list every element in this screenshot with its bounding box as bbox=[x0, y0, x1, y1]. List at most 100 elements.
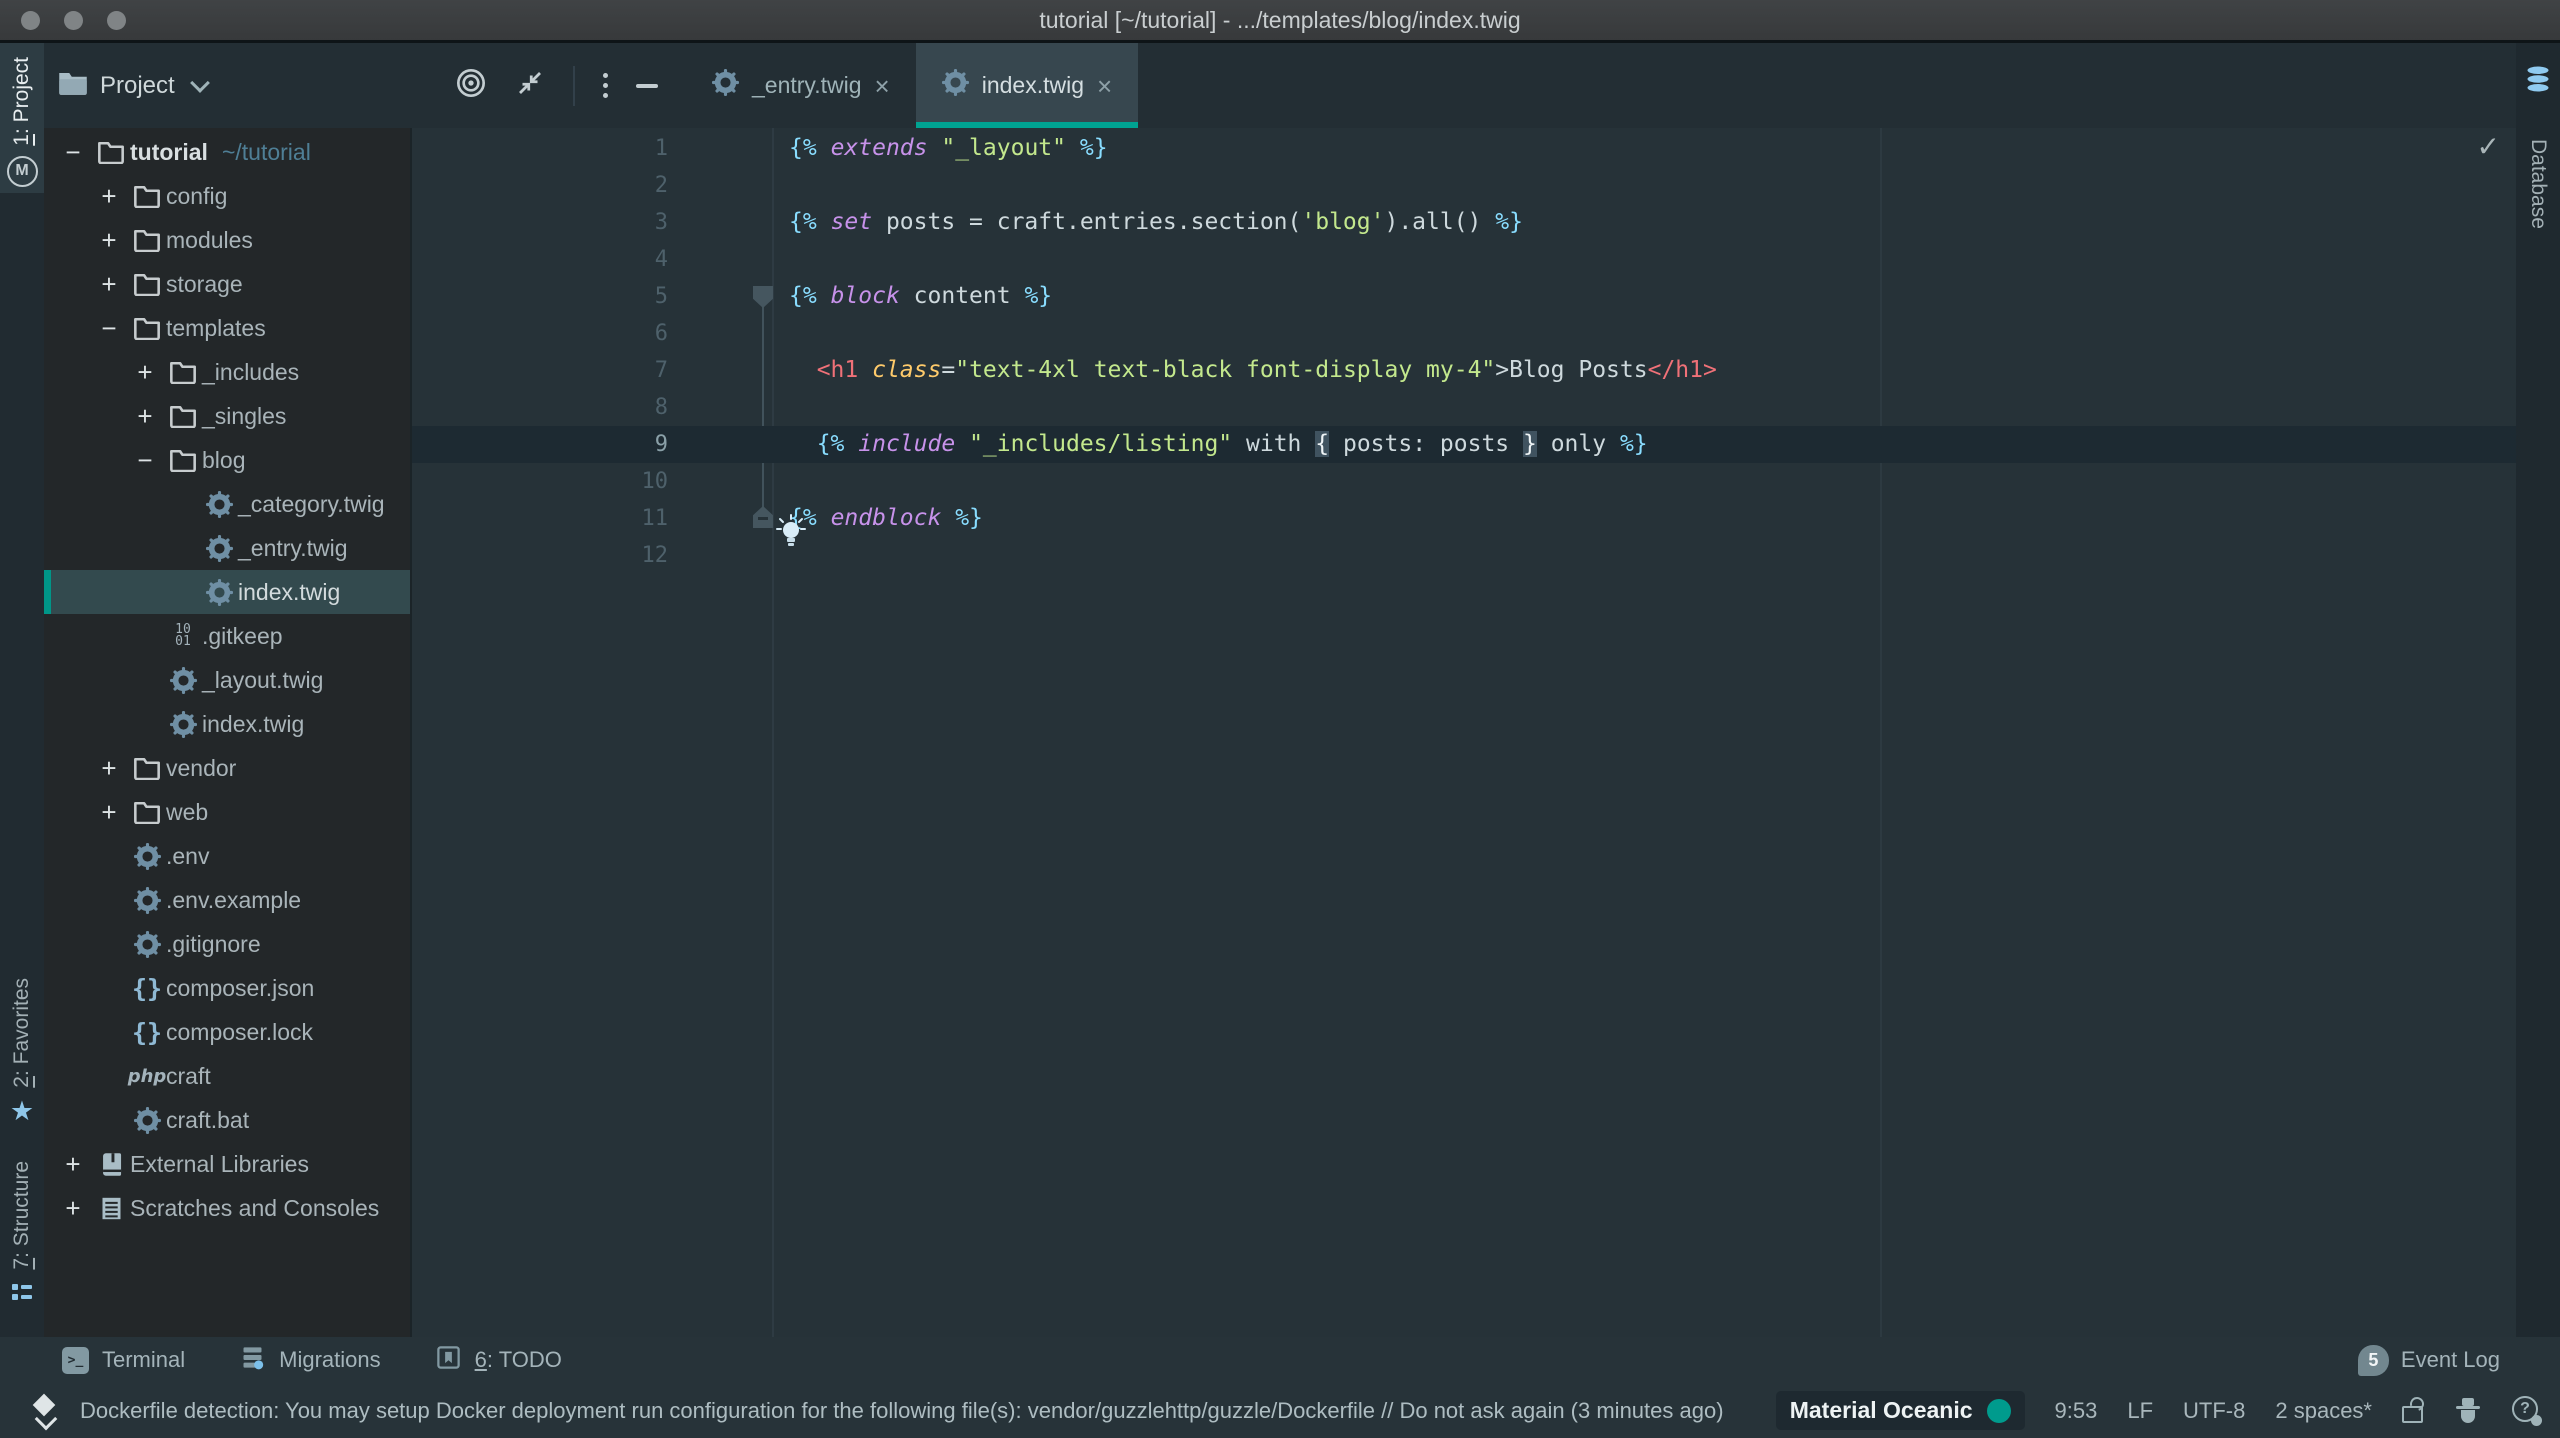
indent-widget[interactable]: 2 spaces* bbox=[2275, 1398, 2372, 1424]
tree-expander-icon[interactable]: + bbox=[126, 401, 164, 432]
tree-item-blog[interactable]: −blog bbox=[44, 438, 410, 482]
tree-expander-icon[interactable]: + bbox=[126, 357, 164, 388]
tree-item-composer-lock[interactable]: {}composer.lock bbox=[44, 1010, 410, 1054]
tree-item-modules[interactable]: +modules bbox=[44, 218, 410, 262]
migrations-button[interactable]: Migrations bbox=[239, 1344, 380, 1377]
tree-expander-icon[interactable]: + bbox=[90, 181, 128, 212]
caret-position-widget[interactable]: 9:53 bbox=[2055, 1398, 2098, 1424]
sidebar-item-structure[interactable]: 7: Structure bbox=[0, 1161, 44, 1309]
theme-switcher[interactable]: Material Oceanic bbox=[1776, 1391, 2025, 1430]
line-separator-widget[interactable]: LF bbox=[2127, 1398, 2153, 1424]
tree-item-label: _includes bbox=[202, 359, 299, 386]
tree-expander-icon[interactable]: − bbox=[90, 313, 128, 344]
ide-window: tutorial [~/tutorial] - .../templates/bl… bbox=[0, 0, 2560, 1438]
code-line-10[interactable]: 10 bbox=[412, 463, 2516, 500]
project-panel-header[interactable]: Project bbox=[58, 43, 207, 128]
tree-expander-icon[interactable]: + bbox=[90, 225, 128, 256]
tree-item--gitkeep[interactable]: 1001.gitkeep bbox=[44, 614, 410, 658]
code-area[interactable]: 1{% extends "_layout" %}23{% set posts =… bbox=[412, 130, 2516, 574]
event-log-button[interactable]: 5 Event Log bbox=[2358, 1337, 2500, 1383]
code-line-3[interactable]: 3{% set posts = craft.entries.section('b… bbox=[412, 204, 2516, 241]
folder-icon bbox=[169, 448, 197, 472]
tree-expander-icon[interactable]: + bbox=[90, 797, 128, 828]
status-message[interactable]: Dockerfile detection: You may setup Dock… bbox=[80, 1398, 1724, 1424]
tree-item--category-twig[interactable]: _category.twig bbox=[44, 482, 410, 526]
json-file-icon: {} bbox=[132, 1018, 162, 1047]
tree-item--layout-twig[interactable]: _layout.twig bbox=[44, 658, 410, 702]
code-line-12[interactable]: 12 bbox=[412, 537, 2516, 574]
tree-expander-icon[interactable]: + bbox=[54, 1193, 92, 1224]
tree-expander-icon[interactable]: − bbox=[54, 137, 92, 168]
code-line-1[interactable]: 1{% extends "_layout" %} bbox=[412, 130, 2516, 167]
help-settings-icon[interactable]: ? bbox=[2512, 1396, 2542, 1426]
docker-event-icon[interactable] bbox=[30, 1395, 60, 1427]
code-line-11[interactable]: 11{% endblock %} bbox=[412, 500, 2516, 537]
tree-item-label: .gitignore bbox=[166, 931, 261, 958]
editor[interactable]: 1{% extends "_layout" %}23{% set posts =… bbox=[412, 128, 2516, 1337]
terminal-button[interactable]: >_ Terminal bbox=[62, 1347, 185, 1374]
tree-item-label: composer.json bbox=[166, 975, 314, 1002]
code-line-6[interactable]: 6 bbox=[412, 315, 2516, 352]
tree-item--entry-twig[interactable]: _entry.twig bbox=[44, 526, 410, 570]
tree-expander-icon[interactable]: + bbox=[90, 753, 128, 784]
twig-file-icon bbox=[170, 667, 197, 694]
left-tool-strip: 1: Project M 2: Favorites ★ 7: Structure bbox=[0, 43, 44, 1337]
tree-item-label: config bbox=[166, 183, 227, 210]
tree-expander-icon[interactable]: + bbox=[90, 269, 128, 300]
code-line-9[interactable]: 9 {% include "_includes/listing" with { … bbox=[412, 426, 2516, 463]
panel-options-button[interactable] bbox=[603, 73, 608, 98]
code-line-5[interactable]: 5{% block content %} bbox=[412, 278, 2516, 315]
code-line-4[interactable]: 4 bbox=[412, 241, 2516, 278]
editor-tab-bar: _entry.twig×index.twig× bbox=[686, 43, 1138, 128]
tree-item-external-libraries[interactable]: +External Libraries bbox=[44, 1142, 410, 1186]
tree-item-config[interactable]: + config bbox=[44, 174, 410, 218]
tab--entry-twig[interactable]: _entry.twig× bbox=[686, 43, 916, 128]
sidebar-item-favorites[interactable]: 2: Favorites ★ bbox=[0, 978, 44, 1125]
project-panel-title: Project bbox=[100, 72, 175, 100]
tree-item-label: storage bbox=[166, 271, 243, 298]
tree-item-composer-json[interactable]: {}composer.json bbox=[44, 966, 410, 1010]
todo-button[interactable]: 6: TODO bbox=[435, 1344, 562, 1377]
twig-file-icon bbox=[206, 491, 233, 518]
tree-item--singles[interactable]: + _singles bbox=[44, 394, 410, 438]
tree-item-label: _singles bbox=[202, 403, 286, 430]
database-icon bbox=[2524, 65, 2552, 98]
sidebar-item-project[interactable]: 1: Project M bbox=[0, 43, 44, 193]
incognito-icon[interactable] bbox=[2454, 1397, 2482, 1425]
library-icon bbox=[98, 1151, 125, 1178]
tree-item-label: index.twig bbox=[238, 579, 340, 606]
readonly-lock-icon[interactable] bbox=[2402, 1397, 2424, 1425]
tree-item-label: _entry.twig bbox=[238, 535, 348, 562]
tree-item-web[interactable]: +web bbox=[44, 790, 410, 834]
tree-item--includes[interactable]: + _includes bbox=[44, 350, 410, 394]
tree-item--env[interactable]: .env bbox=[44, 834, 410, 878]
code-line-8[interactable]: 8 bbox=[412, 389, 2516, 426]
tree-item-scratches-and-consoles[interactable]: +Scratches and Consoles bbox=[44, 1186, 410, 1230]
tree-item-tutorial[interactable]: −tutorial~/tutorial bbox=[44, 130, 410, 174]
line-number: 5 bbox=[412, 278, 668, 315]
tree-item-vendor[interactable]: +vendor bbox=[44, 746, 410, 790]
tree-expander-icon[interactable]: − bbox=[126, 445, 164, 476]
tree-item-index-twig[interactable]: index.twig bbox=[44, 570, 410, 614]
tab-index-twig[interactable]: index.twig× bbox=[916, 43, 1138, 128]
locate-file-button[interactable] bbox=[455, 67, 487, 104]
code-line-2[interactable]: 2 bbox=[412, 167, 2516, 204]
code-line-7[interactable]: 7 <h1 class="text-4xl text-black font-di… bbox=[412, 352, 2516, 389]
tree-expander-icon[interactable]: + bbox=[54, 1149, 92, 1180]
tree-item--gitignore[interactable]: .gitignore bbox=[44, 922, 410, 966]
inspections-ok-icon[interactable]: ✓ bbox=[2477, 130, 2500, 163]
tree-item--env-example[interactable]: .env.example bbox=[44, 878, 410, 922]
tree-item-index-twig[interactable]: index.twig bbox=[44, 702, 410, 746]
collapse-all-button[interactable] bbox=[515, 68, 545, 103]
tree-item-craft-bat[interactable]: craft.bat bbox=[44, 1098, 410, 1142]
tree-item-storage[interactable]: + storage bbox=[44, 262, 410, 306]
tree-item-craft[interactable]: phpcraft bbox=[44, 1054, 410, 1098]
migrations-icon bbox=[239, 1344, 266, 1377]
encoding-widget[interactable]: UTF-8 bbox=[2183, 1398, 2245, 1424]
folder-icon bbox=[169, 360, 197, 384]
intention-bulb-icon[interactable] bbox=[774, 514, 808, 555]
close-tab-icon[interactable]: × bbox=[1097, 76, 1112, 96]
close-tab-icon[interactable]: × bbox=[875, 76, 890, 96]
hide-panel-button[interactable] bbox=[636, 84, 658, 88]
tree-item-templates[interactable]: −templates bbox=[44, 306, 410, 350]
